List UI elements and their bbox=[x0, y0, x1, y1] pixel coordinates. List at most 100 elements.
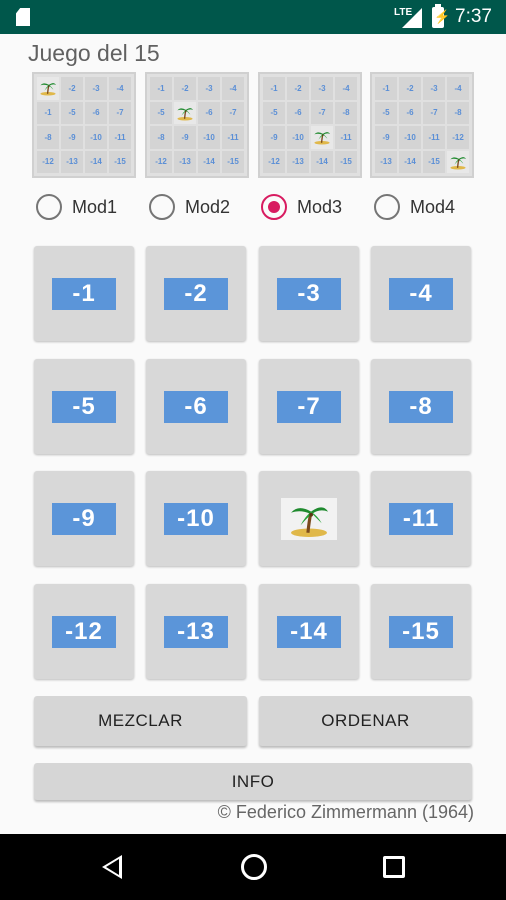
preview-tile: -2 bbox=[61, 77, 83, 100]
puzzle-tile[interactable]: -6 bbox=[146, 359, 246, 454]
palm-tree-island-icon bbox=[281, 497, 337, 540]
puzzle-tile[interactable]: -12 bbox=[34, 584, 134, 679]
mode-preview-4[interactable]: -1 -2 -3 -4 -5 -6 -7 -8 -9 -10 -11 -12 -13 -14 -15 bbox=[370, 72, 474, 178]
tile-number: -5 bbox=[52, 390, 116, 423]
radio-mod1[interactable]: Mod1 bbox=[36, 192, 117, 222]
puzzle-tile[interactable]: -3 bbox=[259, 246, 359, 341]
preview-tile: -12 bbox=[150, 150, 172, 173]
preview-tile: -8 bbox=[335, 101, 357, 124]
navigation-bar bbox=[0, 834, 506, 900]
radio-circle[interactable] bbox=[149, 194, 175, 220]
copyright-text: © Federico Zimmermann (1964) bbox=[217, 802, 474, 822]
puzzle-tile[interactable]: -9 bbox=[34, 471, 134, 566]
status-time: 7:37 bbox=[455, 6, 492, 27]
tile-number: -8 bbox=[389, 390, 453, 423]
preview-tile: -14 bbox=[399, 150, 421, 173]
tile-number: -2 bbox=[164, 277, 228, 310]
sd-card-icon bbox=[16, 8, 30, 26]
tile-number: -14 bbox=[277, 615, 341, 648]
mode-preview-3[interactable]: -1 -2 -3 -4 -5 -6 -7 -8 -9 -10 -11 -12 -13 -14 -15 bbox=[258, 72, 362, 178]
preview-tile: -4 bbox=[335, 77, 357, 100]
preview-tile: -5 bbox=[375, 101, 397, 124]
network-type: LTE bbox=[394, 7, 413, 18]
preview-tile: -10 bbox=[399, 126, 421, 149]
radio-circle[interactable] bbox=[261, 194, 287, 220]
puzzle-tile[interactable]: -15 bbox=[371, 584, 471, 679]
preview-tile: -4 bbox=[447, 77, 469, 100]
preview-tile: -15 bbox=[109, 150, 131, 173]
radio-label: Mod3 bbox=[297, 196, 343, 217]
preview-tile: -12 bbox=[37, 150, 59, 173]
radio-mod2[interactable]: Mod2 bbox=[149, 192, 230, 222]
preview-tile: -11 bbox=[222, 126, 244, 149]
preview-tile: -14 bbox=[311, 150, 333, 173]
palm-tree-icon bbox=[447, 150, 469, 173]
tile-number: -3 bbox=[277, 277, 341, 310]
radio-label: Mod1 bbox=[72, 196, 118, 217]
empty-tile[interactable] bbox=[259, 471, 359, 566]
info-button[interactable]: INFO bbox=[34, 763, 472, 800]
recent-apps-icon[interactable] bbox=[383, 856, 405, 878]
preview-tile: -9 bbox=[61, 126, 83, 149]
palm-tree-icon bbox=[37, 77, 59, 100]
preview-tile: -10 bbox=[85, 126, 107, 149]
preview-tile: -3 bbox=[423, 77, 445, 100]
radio-label: Mod4 bbox=[410, 196, 456, 217]
radio-mod4[interactable]: Mod4 bbox=[374, 192, 455, 222]
status-bar: LTE ⚡ 7:37 bbox=[0, 0, 506, 34]
preview-tile: -4 bbox=[222, 77, 244, 100]
mode-preview-2[interactable]: -1 -2 -3 -4 -5 -6 -7 -8 -9 -10 -11 -12 -13 -14 -15 bbox=[145, 72, 249, 178]
radio-circle[interactable] bbox=[36, 194, 62, 220]
preview-tile: -3 bbox=[198, 77, 220, 100]
preview-tile: -9 bbox=[174, 126, 196, 149]
tile-number: -15 bbox=[389, 615, 453, 648]
preview-tile: -1 bbox=[375, 77, 397, 100]
preview-tile: -2 bbox=[174, 77, 196, 100]
preview-tile: -15 bbox=[423, 150, 445, 173]
preview-tile: -7 bbox=[311, 101, 333, 124]
preview-tile: -1 bbox=[150, 77, 172, 100]
preview-tile: -2 bbox=[287, 77, 309, 100]
preview-tile: -11 bbox=[335, 126, 357, 149]
preview-tile: -12 bbox=[263, 150, 285, 173]
puzzle-tile[interactable]: -5 bbox=[34, 359, 134, 454]
preview-tile: -1 bbox=[263, 77, 285, 100]
preview-tile: -7 bbox=[423, 101, 445, 124]
tile-number: -1 bbox=[52, 277, 116, 310]
mode-preview-1[interactable]: -2 -3 -4 -1 -5 -6 -7 -8 -9 -10 -11 -12 -13 -14 -15 bbox=[32, 72, 136, 178]
home-icon[interactable] bbox=[241, 854, 267, 880]
preview-tile: -2 bbox=[399, 77, 421, 100]
preview-tile: -10 bbox=[198, 126, 220, 149]
preview-tile: -7 bbox=[109, 101, 131, 124]
palm-tree-icon bbox=[311, 126, 333, 149]
preview-tile: -9 bbox=[375, 126, 397, 149]
order-button[interactable]: ORDENAR bbox=[259, 696, 472, 746]
preview-tile: -6 bbox=[287, 101, 309, 124]
puzzle-tile[interactable]: -8 bbox=[371, 359, 471, 454]
preview-tile: -1 bbox=[37, 101, 59, 124]
radio-circle[interactable] bbox=[374, 194, 400, 220]
puzzle-tile[interactable]: -13 bbox=[146, 584, 246, 679]
tile-number: -11 bbox=[389, 502, 453, 535]
preview-tile: -3 bbox=[85, 77, 107, 100]
puzzle-tile[interactable]: -1 bbox=[34, 246, 134, 341]
puzzle-tile[interactable]: -7 bbox=[259, 359, 359, 454]
puzzle-tile[interactable]: -2 bbox=[146, 246, 246, 341]
preview-tile: -5 bbox=[263, 101, 285, 124]
preview-tile: -15 bbox=[335, 150, 357, 173]
preview-tile: -6 bbox=[399, 101, 421, 124]
puzzle-tile[interactable]: -4 bbox=[371, 246, 471, 341]
radio-mod3[interactable]: Mod3 bbox=[261, 192, 342, 222]
puzzle-tile[interactable]: -11 bbox=[371, 471, 471, 566]
preview-tile: -5 bbox=[150, 101, 172, 124]
preview-tile: -12 bbox=[447, 126, 469, 149]
preview-tile: -9 bbox=[263, 126, 285, 149]
shuffle-button[interactable]: MEZCLAR bbox=[34, 696, 247, 746]
puzzle-tile[interactable]: -10 bbox=[146, 471, 246, 566]
tile-number: -7 bbox=[277, 390, 341, 423]
preview-tile: -8 bbox=[150, 126, 172, 149]
preview-tile: -14 bbox=[85, 150, 107, 173]
back-icon[interactable] bbox=[102, 855, 122, 879]
preview-tile: -11 bbox=[109, 126, 131, 149]
puzzle-tile[interactable]: -14 bbox=[259, 584, 359, 679]
